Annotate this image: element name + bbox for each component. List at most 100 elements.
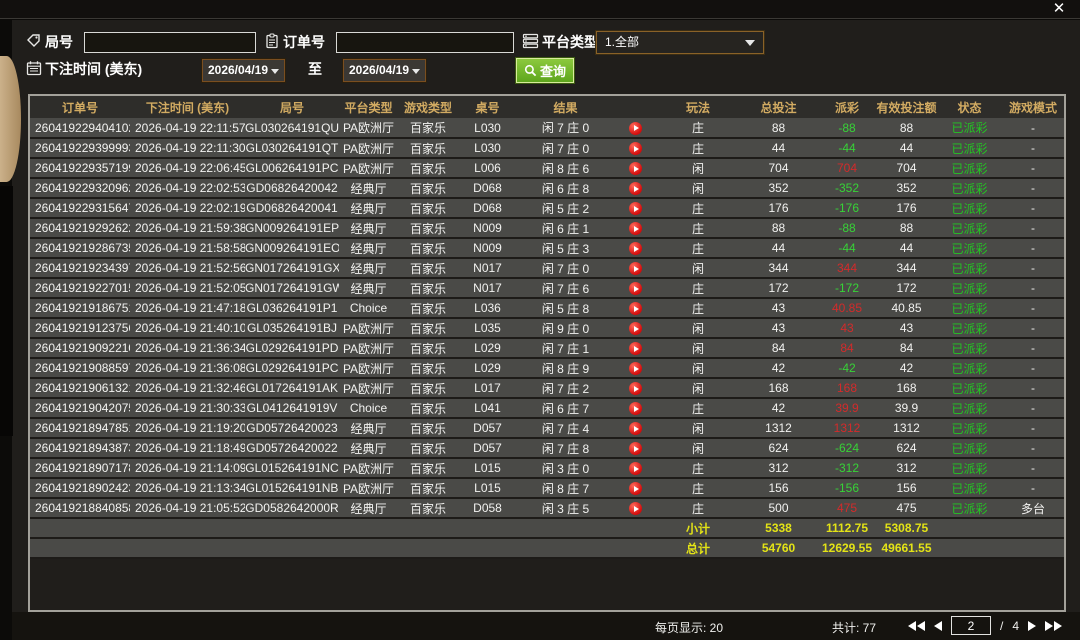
status-cell: 已派彩 xyxy=(937,318,1002,338)
replay-play-icon[interactable] xyxy=(629,202,642,215)
table-row[interactable]: 2604192188408582026-04-19 21:05:52GD0582… xyxy=(30,498,1064,518)
first-page-button[interactable] xyxy=(908,621,925,631)
table-row[interactable]: 2604192190613212026-04-19 21:32:46GL0172… xyxy=(30,378,1064,398)
bet-on-cell: 庄 xyxy=(657,118,739,138)
bet-on-cell: 闲 xyxy=(657,318,739,338)
prev-page-button[interactable] xyxy=(934,621,942,631)
replay-play-icon[interactable] xyxy=(629,442,642,455)
table-row[interactable]: 2604192192270152026-04-19 21:52:05GN0172… xyxy=(30,278,1064,298)
replay-play-icon[interactable] xyxy=(629,342,642,355)
game-cell: 百家乐 xyxy=(398,378,458,398)
platform-cell: 经典厅 xyxy=(339,218,398,238)
last-page-button[interactable] xyxy=(1045,621,1062,631)
total-bet-cell: 84 xyxy=(739,338,818,358)
table-row[interactable]: 2604192191237562026-04-19 21:40:10GL0352… xyxy=(30,318,1064,338)
total-bet-cell: 42 xyxy=(739,398,818,418)
replay-play-icon[interactable] xyxy=(629,482,642,495)
replay-play-icon[interactable] xyxy=(629,462,642,475)
replay-cell xyxy=(614,258,657,278)
close-icon[interactable]: ✕ xyxy=(1050,1,1068,17)
round-cell: GN009264191EP xyxy=(245,218,339,238)
chevron-down-icon xyxy=(412,69,420,74)
replay-play-icon[interactable] xyxy=(629,242,642,255)
valid-bet-cell: 44 xyxy=(876,138,937,158)
payout-cell: 344 xyxy=(818,258,876,278)
bet-on-cell: 庄 xyxy=(657,458,739,478)
result-cell: 闲 3 庄 0 xyxy=(517,458,614,478)
status-cell: 已派彩 xyxy=(937,178,1002,198)
replay-play-icon[interactable] xyxy=(629,502,642,515)
replay-play-icon[interactable] xyxy=(629,322,642,335)
round-cell: GL030264191QT xyxy=(245,138,339,158)
per-page-label: 每页显示: 20 xyxy=(655,619,723,636)
payout-cell: 168 xyxy=(818,378,876,398)
payout-cell: -624 xyxy=(818,438,876,458)
date-from-value: 2026/04/19 xyxy=(208,63,268,77)
table-row[interactable]: 2604192190885972026-04-19 21:36:08GL0292… xyxy=(30,358,1064,378)
query-button[interactable]: 查询 xyxy=(516,58,574,83)
round-input[interactable] xyxy=(84,32,256,53)
time-cell: 2026-04-19 21:14:09 xyxy=(130,458,245,478)
total-count-label: 共计: 77 xyxy=(832,619,876,636)
table-row[interactable]: 2604192189071782026-04-19 21:14:09GL0152… xyxy=(30,458,1064,478)
table-row[interactable]: 2604192191867512026-04-19 21:47:18GL0362… xyxy=(30,298,1064,318)
replay-play-icon[interactable] xyxy=(629,282,642,295)
table-no-cell: N009 xyxy=(458,238,517,258)
mode-cell: - xyxy=(1002,258,1064,278)
table-row[interactable]: 2604192293156472026-04-19 22:02:19GD0682… xyxy=(30,198,1064,218)
status-cell: 已派彩 xyxy=(937,158,1002,178)
mode-cell: - xyxy=(1002,218,1064,238)
table-row[interactable]: 2604192190922102026-04-19 21:36:34GL0292… xyxy=(30,338,1064,358)
mode-cell: - xyxy=(1002,238,1064,258)
total-bet-cell: 624 xyxy=(739,438,818,458)
order-cell: 260419229357199 xyxy=(30,158,130,178)
table-row[interactable]: 2604192192343972026-04-19 21:52:56GN0172… xyxy=(30,258,1064,278)
status-cell: 已派彩 xyxy=(937,438,1002,458)
bet-on-cell: 闲 xyxy=(657,358,739,378)
round-cell: GL006264191PC xyxy=(245,158,339,178)
replay-play-icon[interactable] xyxy=(629,382,642,395)
payout-cell: 43 xyxy=(818,318,876,338)
table-row[interactable]: 2604192293999932026-04-19 22:11:30GL0302… xyxy=(30,138,1064,158)
result-cell: 闲 5 庄 3 xyxy=(517,238,614,258)
replay-play-icon[interactable] xyxy=(629,302,642,315)
table-row[interactable]: 2604192189438732026-04-19 21:18:49GD0572… xyxy=(30,438,1064,458)
table-row[interactable]: 2604192192926222026-04-19 21:59:38GN0092… xyxy=(30,218,1064,238)
payout-cell: -88 xyxy=(818,218,876,238)
game-cell: 百家乐 xyxy=(398,258,458,278)
time-cell: 2026-04-19 21:52:56 xyxy=(130,258,245,278)
page-number-input[interactable] xyxy=(951,616,991,635)
table-row[interactable]: 2604192190420752026-04-19 21:30:33GL0412… xyxy=(30,398,1064,418)
replay-play-icon[interactable] xyxy=(629,222,642,235)
table-row[interactable]: 2604192189478512026-04-19 21:19:20GD0572… xyxy=(30,418,1064,438)
replay-play-icon[interactable] xyxy=(629,402,642,415)
time-cell: 2026-04-19 21:58:58 xyxy=(130,238,245,258)
column-header xyxy=(614,96,657,118)
replay-play-icon[interactable] xyxy=(629,142,642,155)
replay-play-icon[interactable] xyxy=(629,262,642,275)
table-row[interactable]: 2604192294041022026-04-19 22:11:57GL0302… xyxy=(30,118,1064,138)
platform-select[interactable]: 1.全部 xyxy=(596,31,764,54)
replay-play-icon[interactable] xyxy=(629,422,642,435)
table-row[interactable]: 2604192293571992026-04-19 22:06:45GL0062… xyxy=(30,158,1064,178)
game-cell: 百家乐 xyxy=(398,338,458,358)
table-row[interactable]: 2604192192867352026-04-19 21:58:58GN0092… xyxy=(30,238,1064,258)
order-input[interactable] xyxy=(336,32,514,53)
status-cell: 已派彩 xyxy=(937,238,1002,258)
date-from-picker[interactable]: 2026/04/19 xyxy=(202,59,285,82)
total-row: 总计 54760 12629.55 49661.55 xyxy=(30,538,1064,558)
table-row[interactable]: 2604192189024232026-04-19 21:13:34GL0152… xyxy=(30,478,1064,498)
replay-play-icon[interactable] xyxy=(629,122,642,135)
mode-cell: - xyxy=(1002,418,1064,438)
next-page-button[interactable] xyxy=(1028,621,1036,631)
replay-play-icon[interactable] xyxy=(629,362,642,375)
order-cell: 260419219286735 xyxy=(30,238,130,258)
table-no-cell: D057 xyxy=(458,438,517,458)
replay-play-icon[interactable] xyxy=(629,162,642,175)
valid-bet-cell: 624 xyxy=(876,438,937,458)
dialog-panel: 局号 订单号 平台类型 1.全部 下注时间 (美东) 2026/04/19 至 … xyxy=(12,20,1080,640)
table-row[interactable]: 2604192293209622026-04-19 22:02:53GD0682… xyxy=(30,178,1064,198)
replay-play-icon[interactable] xyxy=(629,182,642,195)
result-cell: 闲 7 庄 1 xyxy=(517,338,614,358)
date-to-picker[interactable]: 2026/04/19 xyxy=(343,59,426,82)
